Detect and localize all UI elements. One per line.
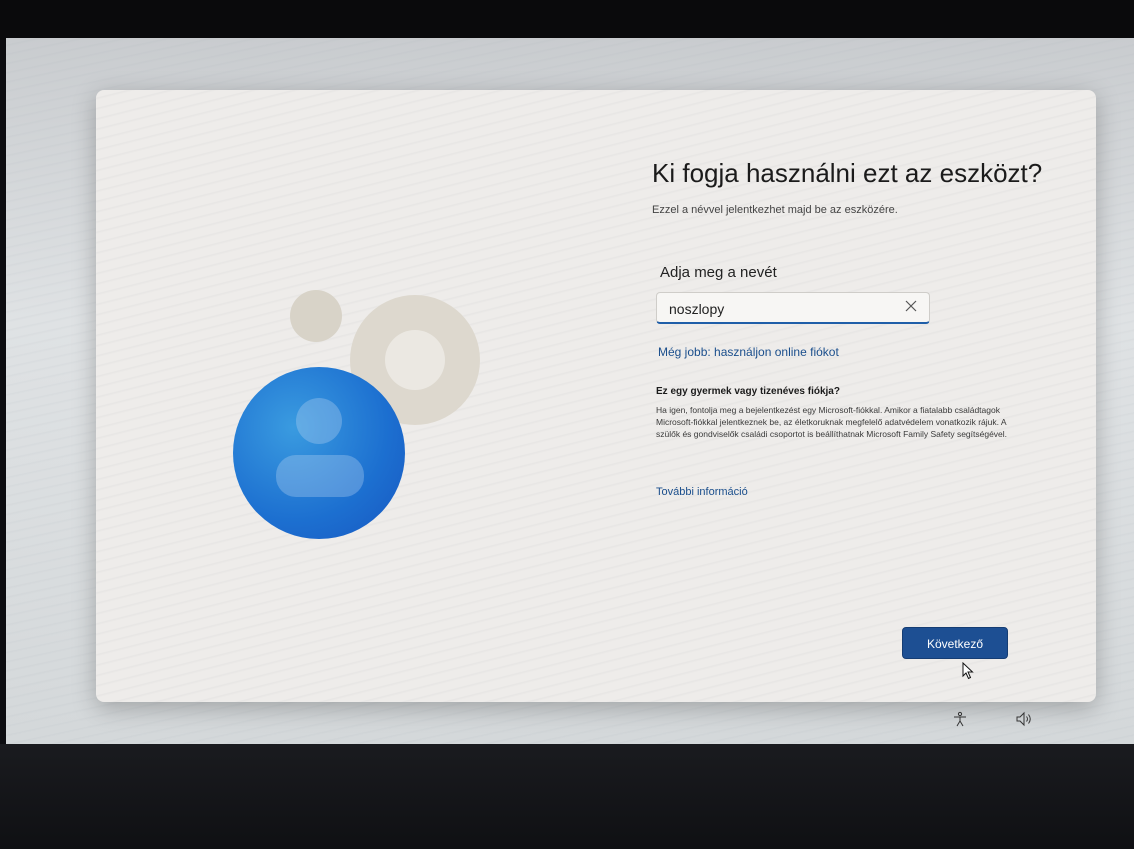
user-illustration-icon [233,367,405,539]
avatar-head [296,398,342,444]
accessibility-icon[interactable] [952,711,968,727]
illustration-mid-circle-inner [385,330,445,390]
child-account-description: Ha igen, fontolja meg a bejelentkezést e… [656,405,1008,439]
name-field-label: Adja meg a nevét [660,264,777,281]
close-icon[interactable] [903,299,919,315]
online-account-link[interactable]: Még jobb: használjon online fiókot [658,345,839,359]
illustration-small-circle [290,290,342,342]
page-title: Ki fogja használni ezt az eszközt? [652,158,1043,188]
next-button[interactable]: Következő [902,627,1008,659]
child-account-heading: Ez egy gyermek vagy tizenéves fiókja? [656,386,840,397]
mouse-cursor-icon [962,661,974,680]
page-subtitle: Ezzel a névvel jelentkezhet majd be az e… [652,204,898,216]
name-input[interactable] [667,298,901,320]
avatar-body [276,455,364,497]
more-info-link[interactable]: További információ [656,486,748,498]
monitor-bezel-top [0,0,1134,40]
monitor-bezel-bottom [0,744,1134,849]
name-field[interactable] [656,292,930,324]
volume-icon[interactable] [1015,711,1033,727]
